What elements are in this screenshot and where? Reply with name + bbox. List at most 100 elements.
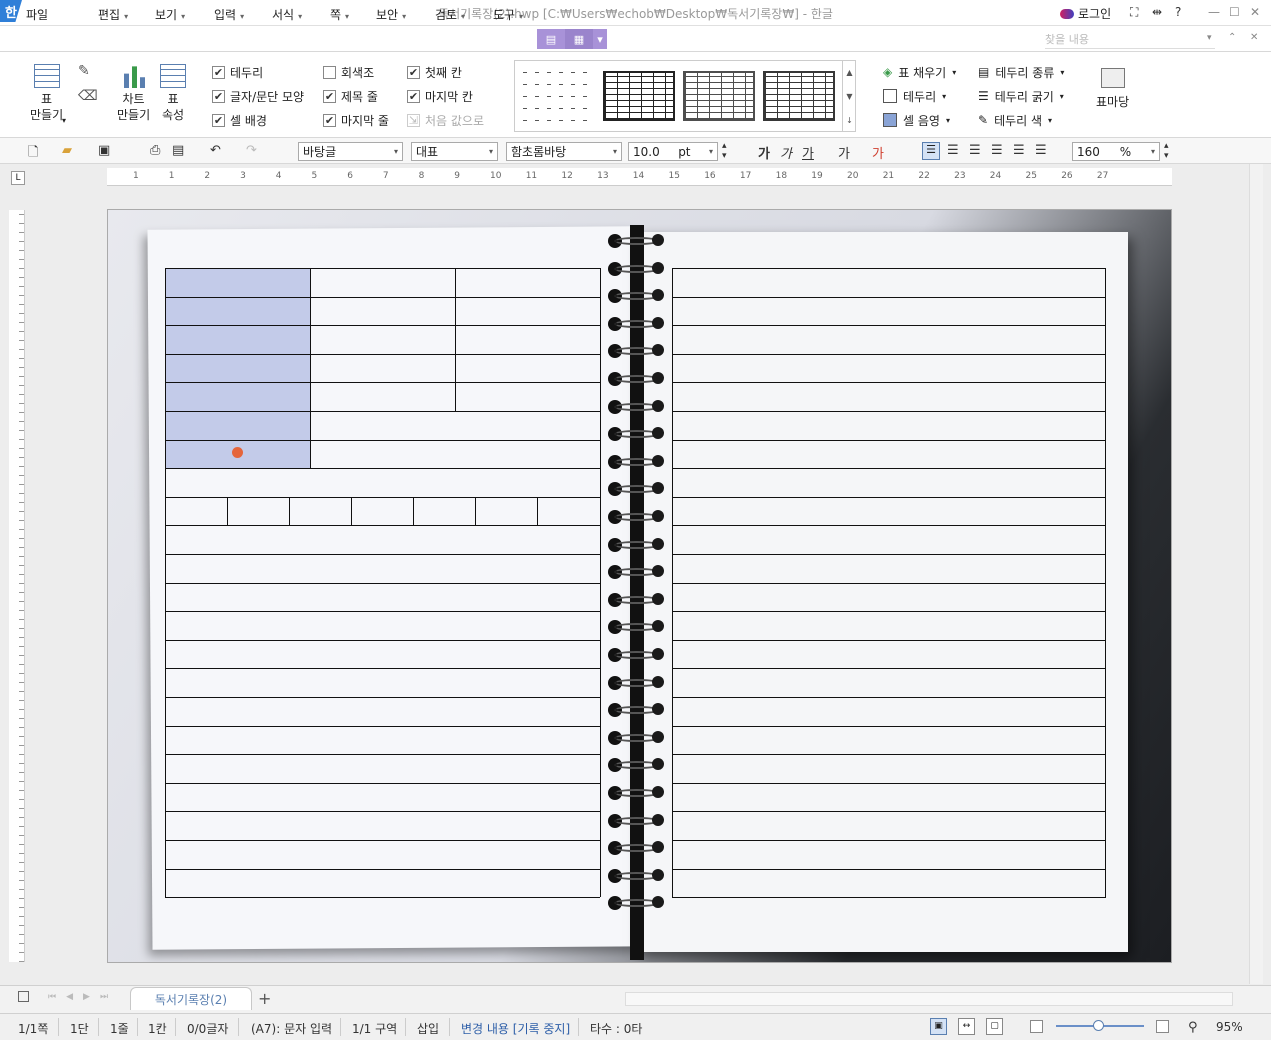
search-input[interactable]: 찾을 내용 [1045, 31, 1215, 49]
redo-icon[interactable]: ↷ [246, 143, 257, 158]
chevron-down-icon[interactable]: ▼ [846, 92, 852, 101]
check-cell-bg[interactable]: ✔ 셀 배경 [212, 111, 304, 129]
align-split-icon[interactable]: ☰ [1035, 143, 1047, 158]
font-select[interactable]: 함초롬바탕 ▾ [506, 142, 622, 161]
fullscreen-icon[interactable]: ⛶ [1130, 5, 1138, 20]
checkbox-checked[interactable]: ✔ [323, 113, 336, 127]
add-tab-button[interactable]: + [258, 989, 271, 1008]
checkbox-checked[interactable]: ✔ [212, 65, 225, 79]
collapse-ribbon-icon[interactable]: ⌃ [1228, 32, 1236, 43]
chart-make-button[interactable]: 차트 만들기 [117, 64, 150, 123]
new-document-icon[interactable]: 🗋 [28, 143, 38, 165]
checkbox-checked[interactable]: ✔ [212, 113, 225, 127]
close-icon[interactable]: ✕ [1250, 5, 1260, 19]
align-left-icon[interactable]: ☰ [947, 143, 959, 158]
border-width-button[interactable]: ☰ 테두리 굵기 ▾ [978, 86, 1064, 106]
horizontal-scrollbar[interactable] [625, 992, 1233, 1006]
underline-button[interactable]: 가 [802, 143, 814, 162]
border-type-button[interactable]: ▤ 테두리 종류 ▾ [978, 62, 1064, 82]
italic-button[interactable]: 가 [780, 143, 792, 162]
save-icon[interactable]: ▣ [98, 143, 110, 158]
horizontal-ruler[interactable]: 1 1 2 3 4 5 6 7 8 9 10 11 12 13 14 15 16 17 18 19 20 21 22 23 24… [107, 168, 1172, 186]
menu-review[interactable]: 검토 ▾ [435, 6, 465, 23]
menu-edit[interactable]: 편집 ▾ [98, 6, 128, 23]
zoom-stepper[interactable]: ▴ ▾ [1164, 141, 1169, 161]
checkbox-unchecked[interactable] [323, 65, 336, 79]
menu-tools[interactable]: 도구 ▾ [493, 6, 523, 23]
chevron-down-icon[interactable]: ▾ [62, 116, 66, 125]
zoom-in-icon[interactable] [1156, 1020, 1169, 1033]
status-page[interactable]: 1/1쪽 [18, 1020, 48, 1037]
menu-file[interactable]: 파일 [26, 6, 48, 23]
minimize-icon[interactable]: — [1208, 5, 1220, 19]
align-right-icon[interactable]: ☰ [991, 143, 1003, 158]
reading-log-table[interactable] [165, 268, 1106, 898]
vertical-scrollbar[interactable] [1249, 164, 1263, 984]
size-stepper[interactable]: ▴ ▾ [722, 141, 727, 161]
table-style-grid[interactable] [603, 71, 675, 121]
table-layout-tab-icon[interactable]: ▦ [565, 29, 593, 49]
align-center-icon[interactable]: ☰ [969, 143, 981, 158]
status-track-changes[interactable]: 변경 내용 [기록 중지] [461, 1020, 570, 1037]
print-icon[interactable]: ⎙ [150, 143, 160, 158]
tab-navigation-icon[interactable]: ⏮◀▶⏭ [48, 992, 118, 1002]
chevron-down-icon[interactable]: ▾ [1207, 33, 1212, 43]
strike-button[interactable]: 가 [838, 143, 850, 162]
zoom-icon[interactable]: ⚲ [1188, 1020, 1198, 1035]
language-select[interactable]: 대표 ▾ [411, 142, 498, 161]
undo-icon[interactable]: ↶ [210, 143, 221, 158]
status-zoom[interactable]: 95% [1216, 1020, 1243, 1034]
check-last-row[interactable]: ✔ 마지막 줄 [323, 111, 389, 129]
chevron-up-icon[interactable]: ▲ [846, 68, 852, 77]
tab-document[interactable]: 독서기록장(2) [130, 987, 252, 1010]
gallery-scroll[interactable]: ▲ ▼ ↓ [842, 60, 856, 132]
page-view-icon[interactable] [18, 991, 29, 1002]
view-normal-icon[interactable]: ▣ [930, 1018, 947, 1035]
chevron-down-icon[interactable]: ▾ [593, 29, 607, 49]
table-design-tab-icon[interactable]: ▤ [537, 29, 565, 49]
check-last-col[interactable]: ✔ 마지막 칸 [407, 87, 484, 105]
check-char-para[interactable]: ✔ 글자/문단 모양 [212, 87, 304, 105]
view-full-page-icon[interactable]: ▢ [986, 1018, 1003, 1035]
table-style-grid-2[interactable] [683, 71, 755, 121]
table-style-none[interactable] [523, 71, 595, 121]
style-select[interactable]: 바탕글 ▾ [298, 142, 403, 161]
view-fit-width-icon[interactable]: ↔ [958, 1018, 975, 1035]
cell-shade-button[interactable]: 셀 음영 ▾ [883, 110, 956, 130]
menu-insert[interactable]: 입력 ▾ [214, 6, 244, 23]
font-color-button[interactable]: 가 [872, 143, 884, 162]
checkbox-checked[interactable]: ✔ [407, 65, 420, 79]
table-erase-icon[interactable]: ⌫ [78, 88, 98, 104]
zoom-slider-handle[interactable] [1093, 1020, 1104, 1031]
close-ribbon-icon[interactable]: ✕ [1250, 32, 1258, 43]
check-first-col[interactable]: ✔ 첫째 칸 [407, 63, 484, 81]
status-insert-mode[interactable]: 삽입 [417, 1020, 439, 1037]
document-page[interactable] [107, 209, 1172, 963]
font-size-input[interactable]: 10.0 pt ▾ [628, 142, 718, 161]
checkbox-checked[interactable]: ✔ [407, 89, 420, 103]
table-madang-button[interactable]: 표마당 [1096, 68, 1129, 110]
help-button[interactable]: ? [1175, 5, 1181, 19]
open-folder-icon[interactable]: ▰ [62, 143, 72, 158]
table-fill-button[interactable]: ◈ 표 채우기 ▾ [883, 62, 956, 82]
table-style-grid-3[interactable] [763, 71, 835, 121]
menu-security[interactable]: 보안 ▾ [376, 6, 406, 23]
menu-view[interactable]: 보기 ▾ [155, 6, 185, 23]
zoom-out-icon[interactable] [1030, 1020, 1043, 1033]
align-justify-icon[interactable]: ☰ [922, 142, 940, 160]
maximize-icon[interactable]: ☐ [1229, 5, 1240, 19]
preview-icon[interactable]: ▤ [172, 143, 184, 158]
split-view-icon[interactable]: ⇹ [1152, 5, 1162, 19]
vertical-ruler[interactable] [9, 210, 25, 962]
border-color-button[interactable]: ✎ 테두리 색 ▾ [978, 110, 1064, 130]
ruler-corner[interactable]: L [11, 171, 25, 185]
checkbox-checked[interactable]: ✔ [212, 89, 225, 103]
zoom-select[interactable]: 160% ▾ [1072, 142, 1160, 161]
border-button[interactable]: 테두리 ▾ [883, 86, 956, 106]
align-distribute-icon[interactable]: ☰ [1013, 143, 1025, 158]
check-grayscale[interactable]: 회색조 [323, 63, 389, 81]
table-props-button[interactable]: 표 속성 [160, 64, 186, 123]
reset-defaults-button[interactable]: ⇲ 처음 값으로 [407, 111, 484, 129]
menu-page[interactable]: 쪽 ▾ [330, 6, 349, 23]
menu-format[interactable]: 서식 ▾ [272, 6, 302, 23]
